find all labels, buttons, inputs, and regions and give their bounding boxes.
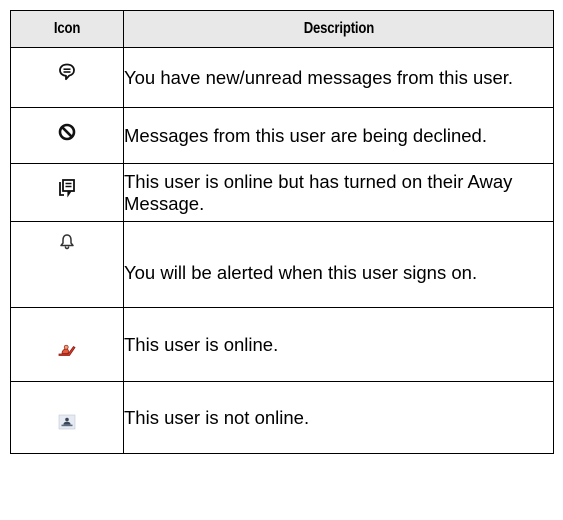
icon-cell bbox=[10, 163, 124, 222]
description-cell: You will be alerted when this user signs… bbox=[123, 221, 554, 308]
description-cell: You have new/unread messages from this u… bbox=[123, 47, 554, 108]
column-header-description-label: Description bbox=[303, 20, 374, 37]
description-cell: This user is online. bbox=[123, 307, 554, 382]
online-user-icon bbox=[57, 339, 77, 359]
description-cell: This user is not online. bbox=[123, 381, 554, 454]
icon-cell bbox=[10, 107, 124, 164]
description-cell: This user is online but has turned on th… bbox=[123, 163, 554, 222]
column-header-icon: Icon bbox=[10, 10, 124, 48]
offline-user-icon bbox=[57, 412, 77, 432]
decline-icon bbox=[57, 122, 77, 142]
column-header-description: Description bbox=[123, 10, 554, 48]
icon-cell bbox=[10, 221, 124, 308]
description-cell: Messages from this user are being declin… bbox=[123, 107, 554, 164]
icon-cell bbox=[10, 381, 124, 454]
table-header-row: Icon Description bbox=[10, 10, 554, 48]
icon-cell bbox=[10, 47, 124, 108]
column-header-icon-label: Icon bbox=[53, 20, 81, 37]
icon-legend-table: Icon Description You have new/unread mes… bbox=[10, 10, 554, 454]
table-row: Messages from this user are being declin… bbox=[10, 107, 554, 164]
icon-cell bbox=[10, 307, 124, 382]
unread-message-icon bbox=[57, 62, 77, 82]
table-row: This user is online but has turned on th… bbox=[10, 163, 554, 222]
table-row: You will be alerted when this user signs… bbox=[10, 221, 554, 308]
away-message-icon bbox=[57, 178, 77, 198]
table-row: This user is online. bbox=[10, 307, 554, 382]
table-row: You have new/unread messages from this u… bbox=[10, 47, 554, 108]
alert-bell-icon bbox=[57, 232, 77, 252]
table-row: This user is not online. bbox=[10, 381, 554, 454]
